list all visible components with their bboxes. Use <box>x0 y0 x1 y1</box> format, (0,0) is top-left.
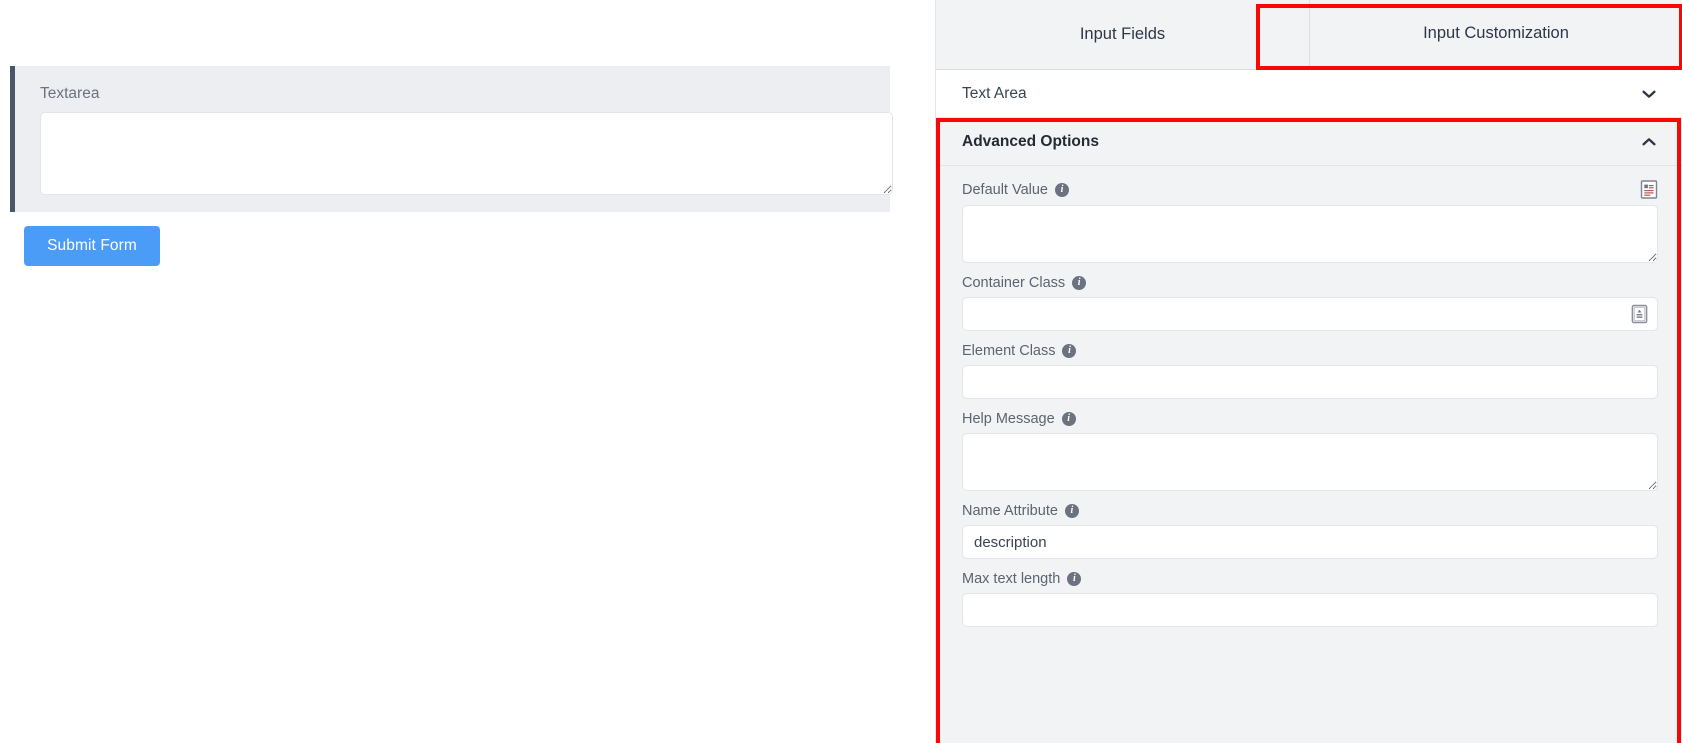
field-label-group: Max text length i <box>962 571 1081 587</box>
info-icon[interactable]: i <box>1067 572 1081 586</box>
tab-input-customization[interactable]: Input Customization <box>1309 0 1682 69</box>
chevron-up-icon[interactable] <box>1640 133 1658 151</box>
input-wrap <box>962 433 1658 491</box>
field-default-value: Default Value i <box>962 180 1658 263</box>
field-label-max-text-length: Max text length <box>962 571 1060 587</box>
input-max-text-length[interactable] <box>962 593 1658 627</box>
info-icon[interactable]: i <box>1072 276 1086 290</box>
field-label-row: Container Class i <box>962 275 1658 291</box>
accordion-advanced-options-label: Advanced Options <box>962 133 1099 151</box>
field-label-help-message: Help Message <box>962 411 1055 427</box>
preview-textarea-input[interactable] <box>40 112 893 195</box>
input-wrap <box>962 205 1658 263</box>
textarea-field-label: Textarea <box>40 86 876 102</box>
field-label-group: Container Class i <box>962 275 1086 291</box>
chevron-down-icon[interactable] <box>1640 85 1658 103</box>
accordion-advanced-options[interactable]: Advanced Options <box>936 118 1682 166</box>
field-label-row: Max text length i <box>962 571 1658 587</box>
input-settings-panel: Input Fields Input Customization Text Ar… <box>935 0 1682 743</box>
input-wrap <box>962 593 1658 627</box>
info-icon[interactable]: i <box>1065 504 1079 518</box>
input-help-message[interactable] <box>962 433 1658 491</box>
input-container-class[interactable] <box>962 297 1658 331</box>
field-max-text-length: Max text length i <box>962 571 1658 627</box>
submit-form-button[interactable]: Submit Form <box>24 226 160 266</box>
field-label-container-class: Container Class <box>962 275 1065 291</box>
field-label-group: Name Attribute i <box>962 503 1079 519</box>
field-label-group: Help Message i <box>962 411 1076 427</box>
app-root: Textarea Submit Form Input Fields Input … <box>0 0 1682 743</box>
document-text-icon[interactable] <box>1640 180 1658 199</box>
accordion-text-area-label: Text Area <box>962 85 1027 103</box>
accordion-text-area[interactable]: Text Area <box>936 70 1682 118</box>
field-label-group: Element Class i <box>962 343 1076 359</box>
info-icon[interactable]: i <box>1055 183 1069 197</box>
input-element-class[interactable] <box>962 365 1658 399</box>
field-name-attribute: Name Attribute i <box>962 503 1658 559</box>
field-label-row: Name Attribute i <box>962 503 1658 519</box>
form-preview-pane: Textarea Submit Form <box>0 0 935 743</box>
field-element-class: Element Class i <box>962 343 1658 399</box>
field-label-row: Default Value i <box>962 180 1658 199</box>
field-label-group: Default Value i <box>962 182 1069 198</box>
input-default-value[interactable] <box>962 205 1658 263</box>
field-label-row: Element Class i <box>962 343 1658 359</box>
field-help-message: Help Message i <box>962 411 1658 491</box>
input-name-attribute[interactable] <box>962 525 1658 559</box>
tab-input-fields[interactable]: Input Fields <box>936 0 1309 69</box>
info-icon[interactable]: i <box>1062 344 1076 358</box>
field-label-element-class: Element Class <box>962 343 1055 359</box>
tag-picker-icon[interactable] <box>1631 305 1648 324</box>
field-label-row: Help Message i <box>962 411 1658 427</box>
input-wrap <box>962 525 1658 559</box>
advanced-options-fields: Default Value i <box>936 166 1682 743</box>
settings-tabbar: Input Fields Input Customization <box>936 0 1682 70</box>
input-wrap <box>962 365 1658 399</box>
textarea-field-card: Textarea <box>10 66 890 212</box>
field-label-name-attribute: Name Attribute <box>962 503 1058 519</box>
field-label-default-value: Default Value <box>962 182 1048 198</box>
info-icon[interactable]: i <box>1062 412 1076 426</box>
input-wrap <box>962 297 1658 331</box>
field-container-class: Container Class i <box>962 275 1658 331</box>
